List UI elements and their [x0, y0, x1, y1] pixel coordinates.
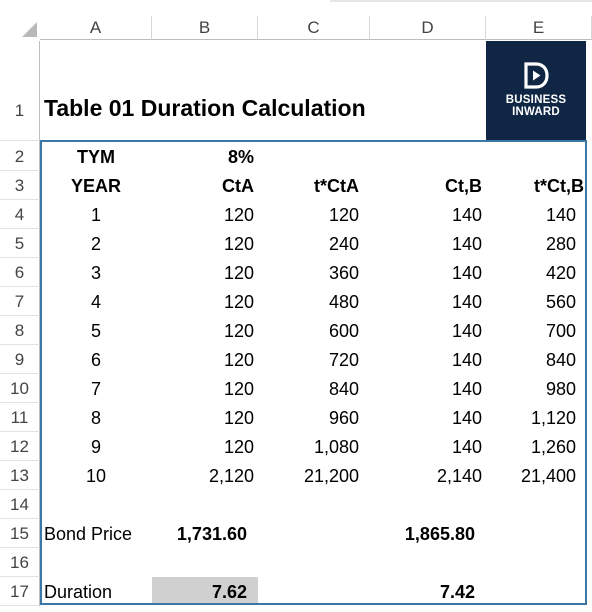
logo-mark-icon [524, 62, 549, 89]
row-header-9[interactable]: 9 [0, 345, 40, 374]
row-header-15[interactable]: 15 [0, 519, 40, 548]
logo-text-line1: BUSINESS [505, 94, 567, 106]
bond-price-label[interactable]: Bond Price [44, 524, 132, 545]
ctb-cell[interactable]: 2,140 [370, 466, 482, 487]
cta-cell[interactable]: 120 [152, 263, 254, 284]
tcta-cell[interactable]: 480 [258, 292, 359, 313]
row-header-17[interactable]: 17 [0, 577, 40, 606]
row-header-13[interactable]: 13 [0, 461, 40, 490]
column-header-e[interactable]: E [486, 16, 592, 40]
cta-cell[interactable]: 2,120 [152, 466, 254, 487]
table-border-right [585, 140, 587, 605]
header-tctb[interactable]: t*Ct,B [486, 176, 584, 197]
row-header-14[interactable]: 14 [0, 490, 40, 519]
row-header-11[interactable]: 11 [0, 403, 40, 432]
toolbar-edge [330, 0, 592, 2]
header-tcta[interactable]: t*CtA [258, 176, 359, 197]
column-header-c[interactable]: C [258, 16, 370, 40]
table-title: Table 01 Duration Calculation [44, 95, 366, 121]
tcta-cell[interactable]: 720 [258, 350, 359, 371]
ctb-cell[interactable]: 140 [370, 263, 482, 284]
ctb-cell[interactable]: 140 [370, 234, 482, 255]
row-header-4[interactable]: 4 [0, 200, 40, 229]
cta-cell[interactable]: 120 [152, 292, 254, 313]
cta-cell[interactable]: 120 [152, 205, 254, 226]
logo-text-line2: INWARD [512, 106, 560, 118]
corner-triangle-icon [22, 22, 37, 37]
tctb-cell[interactable]: 980 [486, 379, 576, 400]
tctb-cell[interactable]: 140 [486, 205, 576, 226]
tcta-cell[interactable]: 21,200 [258, 466, 359, 487]
tcta-cell[interactable]: 960 [258, 408, 359, 429]
duration-label[interactable]: Duration [44, 582, 112, 603]
tcta-cell[interactable]: 240 [258, 234, 359, 255]
ctb-cell[interactable]: 140 [370, 350, 482, 371]
year-cell[interactable]: 6 [40, 350, 152, 371]
cta-cell[interactable]: 120 [152, 350, 254, 371]
year-cell[interactable]: 7 [40, 379, 152, 400]
header-year[interactable]: YEAR [40, 176, 152, 197]
year-cell[interactable]: 2 [40, 234, 152, 255]
tctb-cell[interactable]: 700 [486, 321, 576, 342]
spreadsheet: A B C D E 1 2 3 4 5 6 7 8 9 10 11 12 13 … [0, 0, 592, 612]
tcta-cell[interactable]: 600 [258, 321, 359, 342]
year-cell[interactable]: 1 [40, 205, 152, 226]
year-cell[interactable]: 9 [40, 437, 152, 458]
rate-value[interactable]: 8% [152, 147, 254, 168]
table-border-top [40, 140, 586, 142]
ctb-cell[interactable]: 140 [370, 379, 482, 400]
row-header-5[interactable]: 5 [0, 229, 40, 258]
cta-cell[interactable]: 120 [152, 408, 254, 429]
row-header-6[interactable]: 6 [0, 258, 40, 287]
table-border-bottom [40, 603, 587, 605]
duration-b[interactable]: 7.42 [370, 582, 475, 603]
row-header-3[interactable]: 3 [0, 171, 40, 200]
cta-cell[interactable]: 120 [152, 379, 254, 400]
cta-cell[interactable]: 120 [152, 321, 254, 342]
bond-price-b[interactable]: 1,865.80 [370, 524, 475, 545]
tctb-cell[interactable]: 280 [486, 234, 576, 255]
column-header-a[interactable]: A [40, 16, 152, 40]
year-cell[interactable]: 10 [40, 466, 152, 487]
year-cell[interactable]: 8 [40, 408, 152, 429]
tcta-cell[interactable]: 1,080 [258, 437, 359, 458]
year-cell[interactable]: 5 [40, 321, 152, 342]
tctb-cell[interactable]: 21,400 [486, 466, 576, 487]
tcta-cell[interactable]: 360 [258, 263, 359, 284]
row-header-16[interactable]: 16 [0, 548, 40, 577]
tctb-cell[interactable]: 840 [486, 350, 576, 371]
row-header-12[interactable]: 12 [0, 432, 40, 461]
header-cta[interactable]: CtA [152, 176, 254, 197]
rate-label[interactable]: TYM [40, 147, 152, 168]
cta-cell[interactable]: 120 [152, 234, 254, 255]
ctb-cell[interactable]: 140 [370, 408, 482, 429]
row-header-1[interactable]: 1 [0, 41, 40, 141]
tctb-cell[interactable]: 1,120 [486, 408, 576, 429]
tctb-cell[interactable]: 1,260 [486, 437, 576, 458]
ctb-cell[interactable]: 140 [370, 205, 482, 226]
row-header-10[interactable]: 10 [0, 374, 40, 403]
row-header-2[interactable]: 2 [0, 141, 40, 171]
business-inward-logo: BUSINESS INWARD [486, 41, 586, 140]
ctb-cell[interactable]: 140 [370, 292, 482, 313]
duration-a[interactable]: 7.62 [152, 582, 247, 603]
ctb-cell[interactable]: 140 [370, 321, 482, 342]
tctb-cell[interactable]: 420 [486, 263, 576, 284]
column-header-d[interactable]: D [370, 16, 486, 40]
tcta-cell[interactable]: 840 [258, 379, 359, 400]
year-cell[interactable]: 4 [40, 292, 152, 313]
tctb-cell[interactable]: 560 [486, 292, 576, 313]
tcta-cell[interactable]: 120 [258, 205, 359, 226]
ctb-cell[interactable]: 140 [370, 437, 482, 458]
cta-cell[interactable]: 120 [152, 437, 254, 458]
row-header-7[interactable]: 7 [0, 287, 40, 316]
row-header-8[interactable]: 8 [0, 316, 40, 345]
select-all-corner[interactable] [0, 16, 40, 40]
toolbar-strip [0, 0, 592, 16]
header-ctb[interactable]: Ct,B [370, 176, 482, 197]
year-cell[interactable]: 3 [40, 263, 152, 284]
column-header-b[interactable]: B [152, 16, 258, 40]
bond-price-a[interactable]: 1,731.60 [152, 524, 247, 545]
